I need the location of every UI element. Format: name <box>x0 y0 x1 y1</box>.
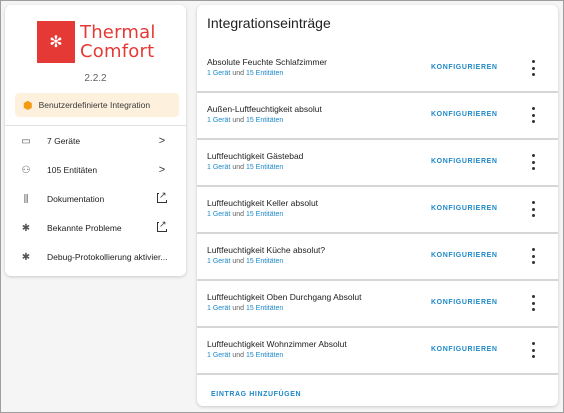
and-text: und <box>232 70 244 77</box>
entry-name: Luftfeuchtigkeit Wohnzimmer Absolut <box>207 339 347 349</box>
and-text: und <box>232 117 244 124</box>
entry-name: Luftfeuchtigkeit Gästebad <box>207 151 304 161</box>
kebab-menu-icon[interactable] <box>527 107 539 123</box>
entities-link[interactable]: 15 Entitäten <box>246 211 283 218</box>
documentation-link[interactable]: ⫼ Dokumentation <box>5 186 186 212</box>
devices-link[interactable]: 1 Gerät <box>207 258 230 265</box>
entry-summary: 1 Gerät und 15 Entitäten <box>207 352 283 359</box>
open-external-icon <box>152 189 172 206</box>
entities-link[interactable]: 15 Entitäten <box>246 117 283 124</box>
package-icon: ⬢ <box>23 99 33 112</box>
devices-icon: ▭ <box>21 135 31 147</box>
configure-button[interactable]: KONFIGURIEREN <box>431 111 498 118</box>
enable-debug-logging-button[interactable]: ✱ Debug-Protokollierung aktivier... <box>5 244 186 270</box>
entities-label: 105 Entitäten <box>47 165 98 175</box>
add-entry-button[interactable]: EINTRAG HINZUFÜGEN <box>211 391 301 398</box>
logo-text: Thermal Comfort <box>80 23 156 61</box>
and-text: und <box>232 211 244 218</box>
integration-info-card: ✻ Thermal Comfort 2.2.2 ⬢ Benutzerdefini… <box>5 5 186 276</box>
devices-link[interactable]: ▭ 7 Geräte > <box>5 128 186 154</box>
version-label: 2.2.2 <box>84 73 107 84</box>
entities-link[interactable]: 15 Entitäten <box>246 305 283 312</box>
entry-name: Absolute Feuchte Schlafzimmer <box>207 57 327 67</box>
entry-summary: 1 Gerät und 15 Entitäten <box>207 305 283 312</box>
kebab-menu-icon[interactable] <box>527 201 539 217</box>
configure-button[interactable]: KONFIGURIEREN <box>431 205 498 212</box>
devices-link[interactable]: 1 Gerät <box>207 164 230 171</box>
entities-link[interactable]: 15 Entitäten <box>246 352 283 359</box>
documentation-icon: ⫼ <box>23 193 29 205</box>
entry-name: Außen-Luftfeuchtigkeit absolut <box>207 104 322 114</box>
open-external-icon <box>152 218 172 235</box>
devices-link[interactable]: 1 Gerät <box>207 305 230 312</box>
entry-name: Luftfeuchtigkeit Küche absolut? <box>207 245 326 255</box>
entities-icon: ⚇ <box>21 164 31 176</box>
divider <box>5 125 186 126</box>
kebab-menu-icon[interactable] <box>527 248 539 264</box>
chevron-right-icon: > <box>158 164 166 176</box>
kebab-menu-icon[interactable] <box>527 295 539 311</box>
entry-summary: 1 Gerät und 15 Entitäten <box>207 211 283 218</box>
entities-link[interactable]: 15 Entitäten <box>246 258 283 265</box>
devices-link[interactable]: 1 Gerät <box>207 70 230 77</box>
known-issues-label: Bekannte Probleme <box>47 223 122 233</box>
entry-summary: 1 Gerät und 15 Entitäten <box>207 117 283 124</box>
thermal-comfort-logo: ✻ Thermal Comfort <box>37 20 161 64</box>
logo-line-2: Comfort <box>80 41 155 62</box>
configure-button[interactable]: KONFIGURIEREN <box>431 346 498 353</box>
entry-name: Luftfeuchtigkeit Keller absolut <box>207 198 319 208</box>
snowflake-icon: ✻ <box>37 21 75 63</box>
and-text: und <box>232 258 244 265</box>
devices-link[interactable]: 1 Gerät <box>207 352 230 359</box>
entry-name: Luftfeuchtigkeit Oben Durchgang Absolut <box>207 292 362 302</box>
debug-logging-label: Debug-Protokollierung aktivier... <box>47 252 168 262</box>
and-text: und <box>232 305 244 312</box>
page-title: Integrationseinträge <box>207 15 331 31</box>
bug-icon: ✱ <box>21 222 31 234</box>
configure-button[interactable]: KONFIGURIEREN <box>431 158 498 165</box>
integration-entry: Luftfeuchtigkeit Wohnzimmer Absolut 1 Ge… <box>197 331 558 375</box>
and-text: und <box>232 352 244 359</box>
devices-label: 7 Geräte <box>47 136 81 146</box>
devices-link[interactable]: 1 Gerät <box>207 117 230 124</box>
integration-entry: Luftfeuchtigkeit Keller absolut 1 Gerät … <box>197 190 558 234</box>
kebab-menu-icon[interactable] <box>527 60 539 76</box>
integration-entry: Luftfeuchtigkeit Gästebad 1 Gerät und 15… <box>197 143 558 187</box>
integration-entry: Außen-Luftfeuchtigkeit absolut 1 Gerät u… <box>197 96 558 140</box>
integration-entries-card: Integrationseinträge Absolute Feuchte Sc… <box>197 5 558 406</box>
integration-entry: Luftfeuchtigkeit Oben Durchgang Absolut … <box>197 284 558 328</box>
configure-button[interactable]: KONFIGURIEREN <box>431 299 498 306</box>
badge-label: Benutzerdefinierte Integration <box>38 100 151 110</box>
entities-link[interactable]: 15 Entitäten <box>246 70 283 77</box>
and-text: und <box>232 164 244 171</box>
entry-summary: 1 Gerät und 15 Entitäten <box>207 258 283 265</box>
debug-bug-icon: ✱ <box>21 251 31 263</box>
entry-summary: 1 Gerät und 15 Entitäten <box>207 70 283 77</box>
integration-entry: Absolute Feuchte Schlafzimmer 1 Gerät un… <box>197 49 558 93</box>
chevron-right-icon: > <box>158 135 166 147</box>
entities-link[interactable]: ⚇ 105 Entitäten > <box>5 157 186 183</box>
kebab-menu-icon[interactable] <box>527 154 539 170</box>
custom-integration-badge: ⬢ Benutzerdefinierte Integration <box>15 93 179 117</box>
configure-button[interactable]: KONFIGURIEREN <box>431 64 498 71</box>
documentation-label: Dokumentation <box>47 194 105 204</box>
known-issues-link[interactable]: ✱ Bekannte Probleme <box>5 215 186 241</box>
devices-link[interactable]: 1 Gerät <box>207 211 230 218</box>
logo-line-1: Thermal <box>80 22 156 43</box>
kebab-menu-icon[interactable] <box>527 342 539 358</box>
configure-button[interactable]: KONFIGURIEREN <box>431 252 498 259</box>
integration-entry: Luftfeuchtigkeit Küche absolut? 1 Gerät … <box>197 237 558 281</box>
entry-summary: 1 Gerät und 15 Entitäten <box>207 164 283 171</box>
entities-link[interactable]: 15 Entitäten <box>246 164 283 171</box>
